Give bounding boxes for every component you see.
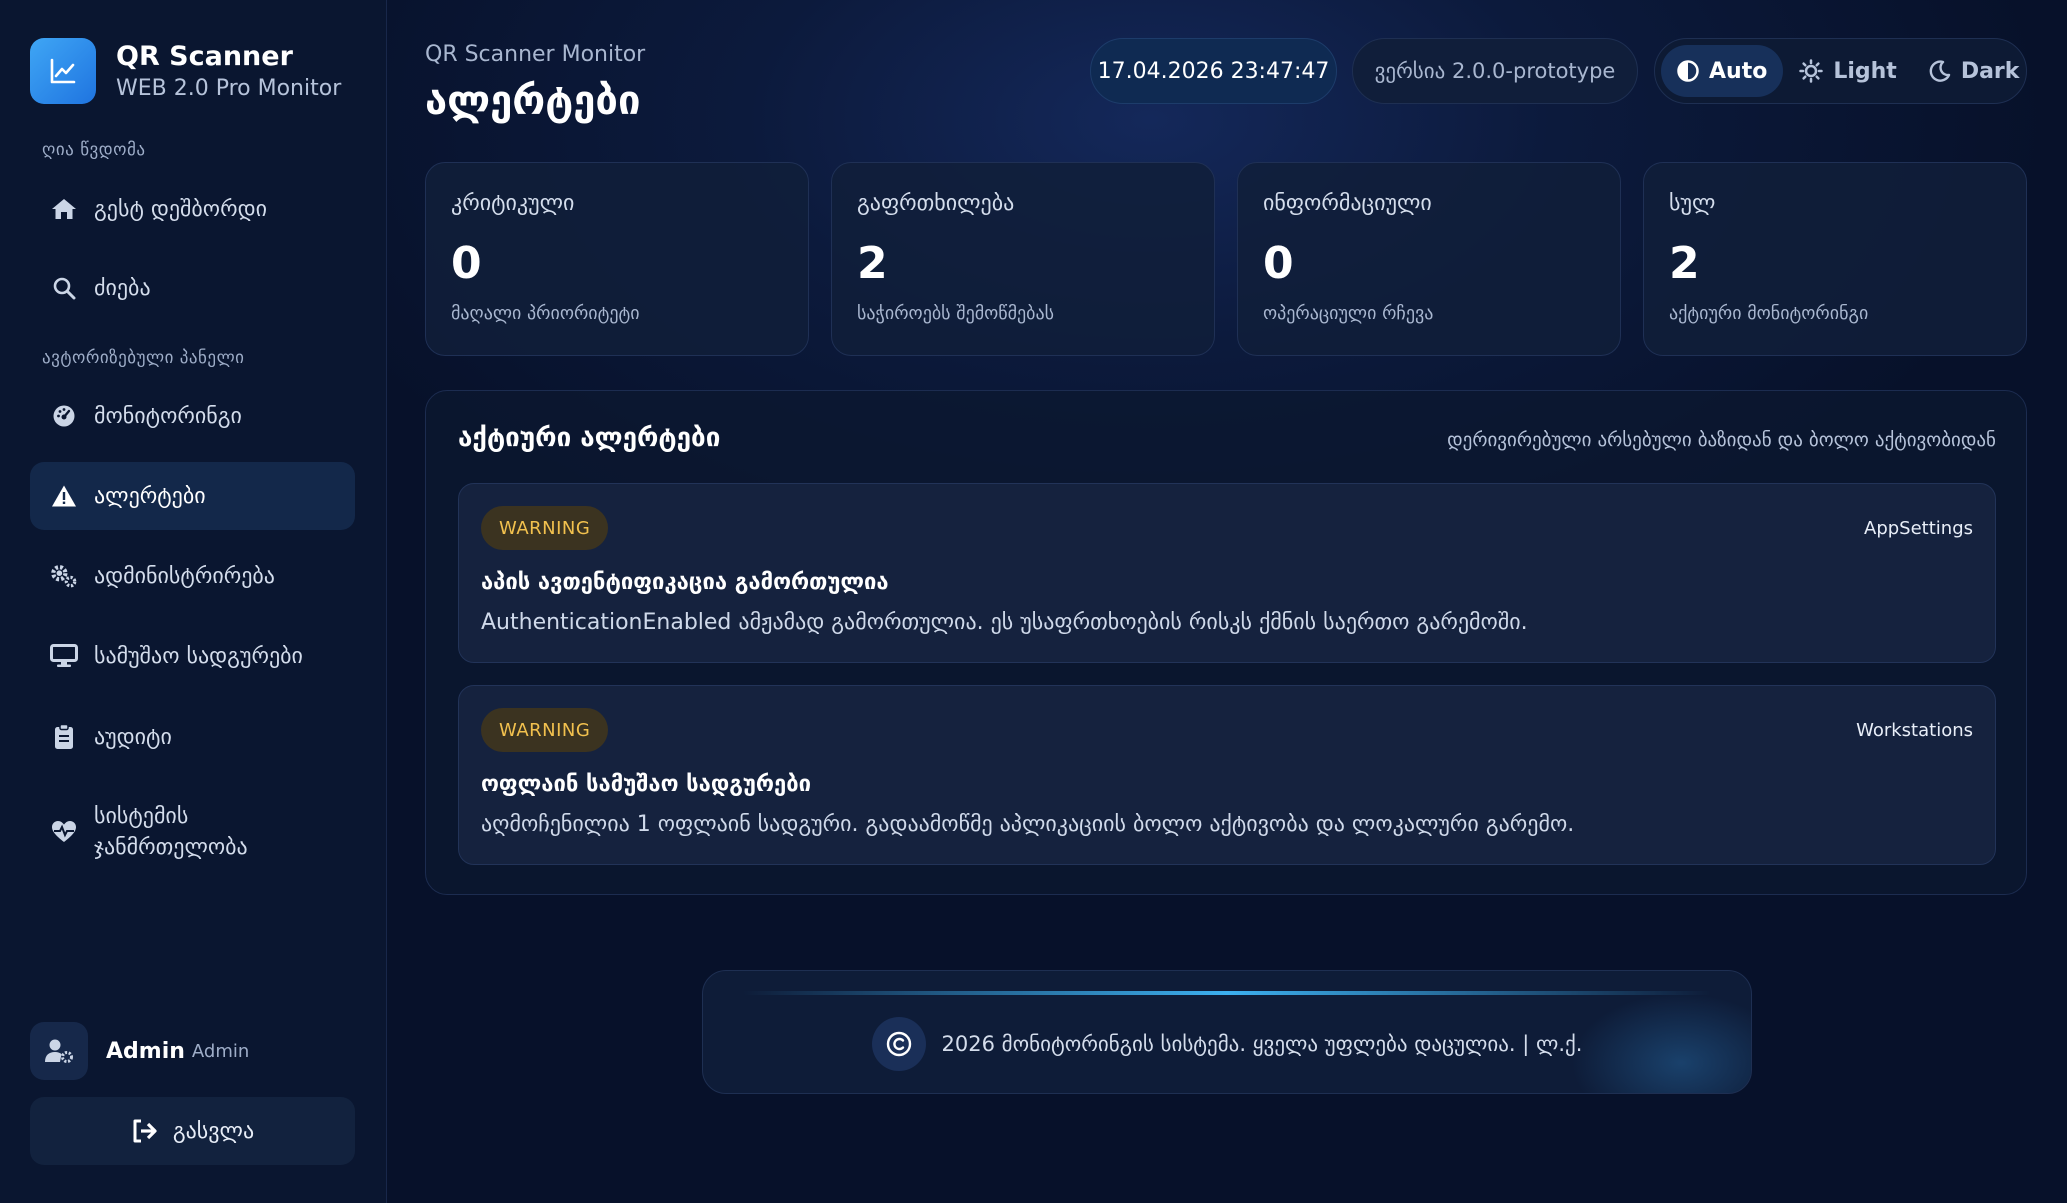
datetime-badge: 17.04.2026 23:47:47 [1090, 38, 1337, 104]
heart-pulse-icon [50, 818, 78, 846]
stat-value: 2 [857, 238, 888, 289]
version-badge: ვერსია 2.0.0-prototype [1352, 38, 1638, 104]
stat-subtitle: საჭიროებს შემოწმებას [857, 303, 1055, 324]
alert-source: AppSettings [1864, 518, 1973, 539]
theme-light-button[interactable]: Light [1783, 45, 1913, 97]
alert-description: აღმოჩენილია 1 ოფლაინ სადგური. გადაამოწმე… [481, 812, 1575, 837]
brand-subtitle: WEB 2.0 Pro Monitor [116, 76, 342, 101]
home-icon [50, 195, 78, 223]
sidebar-item-label: აუდიტი [94, 724, 172, 750]
sidebar-item-label: ადმინისტრირება [94, 563, 275, 589]
sidebar-item-label: მონიტორინგი [94, 403, 242, 429]
sign-out-icon [131, 1117, 159, 1145]
user-name: Admin [106, 1038, 185, 1064]
stat-value: 0 [451, 238, 482, 289]
theme-auto-label: Auto [1709, 58, 1768, 84]
theme-light-label: Light [1833, 58, 1897, 84]
section-label-public: ღია წვდომა [42, 140, 146, 160]
alerts-title: აქტიური ალერტები [458, 423, 721, 453]
sidebar-item-label: ალერტები [94, 483, 206, 509]
sidebar-item-label: სამუშაო სადგურები [94, 643, 303, 669]
copyright-icon [871, 1017, 926, 1071]
alert-item[interactable]: WARNING AppSettings აპის ავთენტიფიკაცია … [458, 483, 1996, 663]
sidebar: QR Scanner WEB 2.0 Pro Monitor ღია წვდომ… [0, 0, 387, 1203]
desktop-icon [50, 642, 78, 670]
sidebar-item-system-health[interactable]: სისტემის ჯანმრთელობა [30, 786, 355, 878]
stat-subtitle: ოპერაციული რჩევა [1263, 303, 1434, 324]
gauge-icon [50, 402, 78, 430]
stat-card-critical: კრიტიკული 0 მაღალი პრიორიტეტი [425, 162, 809, 356]
stat-label: კრიტიკული [451, 191, 575, 216]
stat-label: გაფრთხილება [857, 191, 1015, 216]
alert-title: ოფლაინ სამუშაო სადგურები [481, 772, 811, 797]
stat-value: 2 [1669, 238, 1700, 289]
theme-auto-button[interactable]: Auto [1661, 45, 1784, 97]
page-kicker: QR Scanner Monitor [425, 42, 646, 67]
user-profile[interactable]: Admin Admin [30, 1022, 249, 1080]
sidebar-item-label: ძიება [94, 275, 151, 301]
logout-button[interactable]: გასვლა [30, 1097, 355, 1165]
alerts-panel: აქტიური ალერტები დერივირებული არსებული ბ… [425, 390, 2027, 895]
sun-icon [1799, 59, 1824, 83]
alert-item[interactable]: WARNING Workstations ოფლაინ სამუშაო სადგ… [458, 685, 1996, 865]
alert-description: AuthenticationEnabled ამჟამად გამორთულია… [481, 610, 1528, 635]
section-label-authorized: ავტორიზებული პანელი [42, 348, 245, 368]
sidebar-item-search[interactable]: ძიება [30, 254, 355, 322]
stat-subtitle: მაღალი პრიორიტეტი [451, 303, 640, 324]
footer-accent-line [743, 991, 1711, 995]
page-title: ალერტები [425, 78, 641, 124]
stat-value: 0 [1263, 238, 1294, 289]
search-icon [50, 274, 78, 302]
logout-label: გასვლა [172, 1118, 255, 1144]
user-gear-icon [30, 1022, 88, 1080]
severity-badge: WARNING [481, 506, 609, 550]
theme-dark-label: Dark [1960, 58, 2020, 84]
clipboard-icon [50, 723, 78, 751]
user-role: Admin [191, 1040, 250, 1062]
alert-title: აპის ავთენტიფიკაცია გამორთულია [481, 570, 889, 595]
sidebar-item-alerts[interactable]: ალერტები [30, 462, 355, 530]
warning-icon [50, 482, 78, 510]
theme-switch: Auto Light Dark [1654, 38, 2027, 104]
footer-text: 2026 მონიტორინგის სისტემა. ყველა უფლება … [941, 1032, 1583, 1056]
stat-label: სულ [1669, 191, 1716, 216]
stat-label: ინფორმაციული [1263, 191, 1432, 216]
brand[interactable]: QR Scanner WEB 2.0 Pro Monitor [30, 38, 341, 104]
stat-card-info: ინფორმაციული 0 ოპერაციული რჩევა [1237, 162, 1621, 356]
sidebar-item-label: სისტემის ჯანმრთელობა [94, 804, 248, 860]
moon-icon [1929, 60, 1951, 82]
sidebar-item-monitoring[interactable]: მონიტორინგი [30, 382, 355, 450]
stat-card-total: სულ 2 აქტიური მონიტორინგი [1643, 162, 2027, 356]
chart-line-icon [30, 38, 96, 104]
stat-card-warning: გაფრთხილება 2 საჭიროებს შემოწმებას [831, 162, 1215, 356]
gears-icon [50, 562, 78, 590]
alerts-note: დერივირებული არსებული ბაზიდან და ბოლო აქ… [1447, 429, 1996, 451]
sidebar-item-guest-dashboard[interactable]: გესტ დეშბორდი [30, 175, 355, 243]
severity-badge: WARNING [481, 708, 609, 752]
footer: 2026 მონიტორინგის სისტემა. ყველა უფლება … [702, 970, 1752, 1094]
brand-title: QR Scanner [116, 41, 293, 72]
stat-subtitle: აქტიური მონიტორინგი [1669, 303, 1869, 324]
alert-source: Workstations [1856, 720, 1973, 741]
contrast-icon [1677, 60, 1699, 82]
sidebar-item-workstations[interactable]: სამუშაო სადგურები [30, 622, 355, 690]
sidebar-item-label: გესტ დეშბორდი [94, 196, 267, 222]
theme-dark-button[interactable]: Dark [1913, 45, 2036, 97]
sidebar-item-administration[interactable]: ადმინისტრირება [30, 542, 355, 610]
sidebar-item-audit[interactable]: აუდიტი [30, 703, 355, 771]
